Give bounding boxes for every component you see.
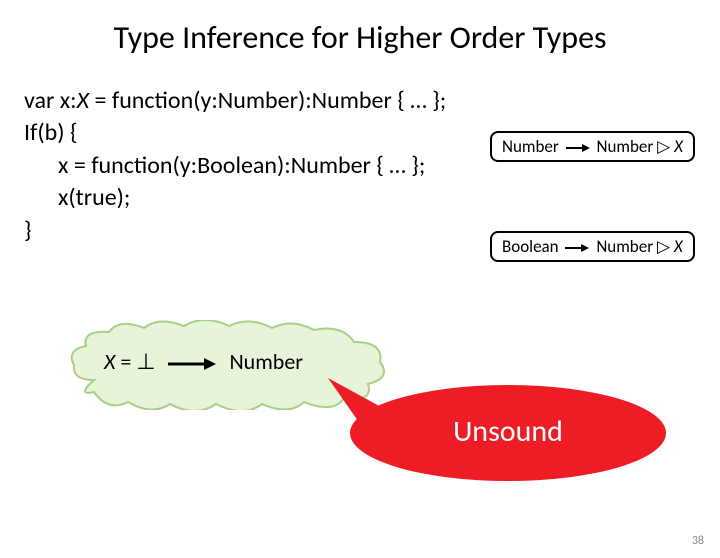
code-text: = function(y:Number):Number { … }; [89,86,446,115]
type-var: X [674,236,683,257]
constraint-callout-1: Number Number ▷ X [490,131,695,162]
arrow-right-icon [566,143,590,153]
code-line-1: var x:X = function(y:Number):Number { … … [24,85,696,117]
bubble-label: Unsound [348,413,668,450]
unsound-bubble: Unsound [348,383,668,483]
slide-title: Type Inference for Higher Order Types [0,18,720,57]
type-var: X [104,348,115,375]
cloud-text: = ⊥ [115,348,155,375]
arrow-right-icon [168,357,216,371]
callout-text: Number ▷ [597,136,675,157]
callout-text: Number [502,136,559,157]
code-block: var x:X = function(y:Number):Number { … … [0,85,720,247]
callout-text: Boolean [502,236,559,257]
type-var: X [674,136,683,157]
constraint-callout-2: Boolean Number ▷ X [490,231,695,262]
cloud-content: X = ⊥ Number [104,348,303,375]
cloud-text: Number [229,348,303,375]
page-number: 38 [692,534,704,548]
code-text: var x: [24,86,77,115]
code-line-4: x(true); [24,182,696,214]
type-var: X [77,86,89,115]
callout-text: Number ▷ [596,236,674,257]
arrow-right-icon [565,243,589,253]
